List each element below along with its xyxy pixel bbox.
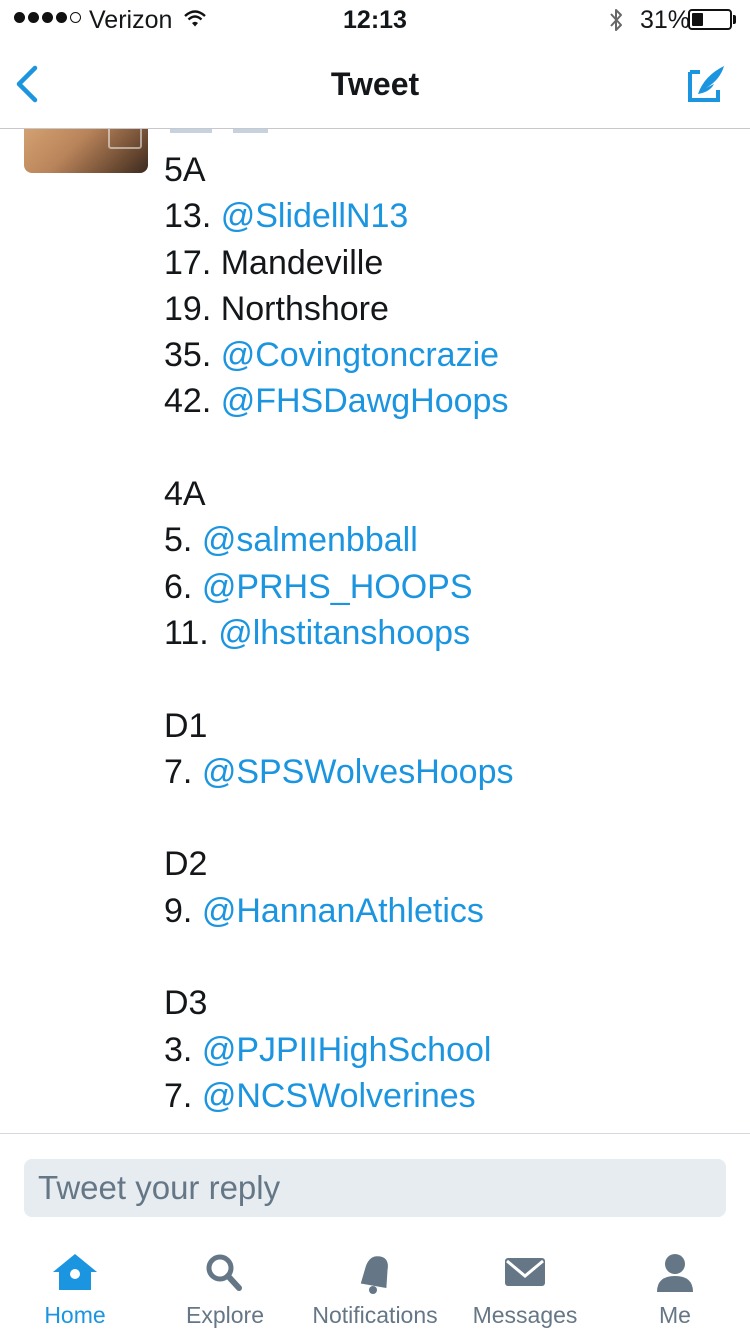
- tweet-detail: 5A 13. @SlidellN13 17. Mandeville 19. North…: [0, 129, 750, 1132]
- home-icon: [51, 1252, 99, 1297]
- tab-explore[interactable]: Explore: [150, 1228, 300, 1334]
- tweet-text: 5A 13. @SlidellN13 17. Mandeville 19. North…: [164, 147, 514, 1119]
- mention-link[interactable]: @PRHS_HOOPS: [202, 568, 473, 606]
- rank-number: 11.: [164, 613, 219, 652]
- tweet-line: D1: [164, 703, 514, 749]
- rank-number: 13.: [164, 197, 221, 236]
- tweet-line-text: D2: [164, 845, 208, 884]
- tab-messages[interactable]: Messages: [450, 1228, 600, 1334]
- tweet-line: D2: [164, 841, 514, 887]
- tab-notifications[interactable]: Notifications: [300, 1228, 450, 1334]
- mention-link[interactable]: @PJPIIHighSchool: [202, 1031, 492, 1069]
- search-icon: [203, 1252, 247, 1297]
- tweet-line: 13. @SlidellN13: [164, 193, 514, 239]
- person-icon: [653, 1252, 697, 1299]
- tweet-line: 19. Northshore: [164, 286, 514, 332]
- mention-link[interactable]: @Covingtoncrazie: [221, 336, 499, 374]
- page-title: Tweet: [330, 66, 420, 102]
- mention-link[interactable]: @SPSWolvesHoops: [202, 753, 514, 791]
- clock: 12:13: [343, 6, 407, 34]
- tweet-line-text: D3: [164, 984, 208, 1023]
- tweet-line: D3: [164, 980, 514, 1026]
- rank-number: 3.: [164, 1030, 202, 1069]
- tweet-line: 35. @Covingtoncrazie: [164, 332, 514, 378]
- clipped-header-text: [170, 129, 310, 133]
- rank-number: 6.: [164, 567, 202, 606]
- tweet-line: 17. Mandeville: [164, 240, 514, 286]
- status-bar: Verizon 12:13 31%: [0, 0, 750, 40]
- tweet-line-text: 4A: [164, 475, 206, 514]
- rank-number: 35.: [164, 336, 221, 375]
- reply-bar: Tweet your reply: [0, 1133, 750, 1229]
- mention-link[interactable]: @SlidellN13: [221, 197, 409, 235]
- battery-icon: [688, 9, 732, 30]
- tweet-line: 42. @FHSDawgHoops: [164, 378, 514, 424]
- rank-number: 42.: [164, 382, 221, 421]
- battery-tip: [733, 15, 736, 24]
- navigation-bar: Tweet: [0, 40, 750, 129]
- mention-link[interactable]: @FHSDawgHoops: [221, 382, 509, 420]
- bell-icon: [353, 1252, 397, 1299]
- mention-link[interactable]: @HannanAthletics: [202, 892, 484, 930]
- tweet-line: 4A: [164, 471, 514, 517]
- tweet-line: 9. @HannanAthletics: [164, 888, 514, 934]
- tweet-line: 5A: [164, 147, 514, 193]
- mention-link[interactable]: @lhstitanshoops: [218, 614, 470, 652]
- bluetooth-icon: [608, 7, 624, 38]
- tweet-line-text: 17. Mandeville: [164, 243, 384, 282]
- tweet-line: 7. @SPSWolvesHoops: [164, 749, 514, 795]
- compose-tweet-icon[interactable]: [684, 62, 728, 111]
- envelope-icon: [503, 1252, 547, 1295]
- rank-number: 7.: [164, 1076, 202, 1115]
- tweet-line-text: 5A: [164, 151, 206, 189]
- rank-number: 5.: [164, 521, 202, 560]
- tweet-line: 5. @salmenbball: [164, 517, 514, 563]
- tweet-line: 3. @PJPIIHighSchool: [164, 1027, 514, 1073]
- mention-link[interactable]: @NCSWolverines: [202, 1077, 476, 1115]
- tweet-line-text: 19. Northshore: [164, 289, 389, 328]
- battery-level-fill: [692, 13, 703, 26]
- avatar[interactable]: [24, 129, 148, 173]
- tab-me[interactable]: Me: [600, 1228, 750, 1334]
- battery-percent: 31%: [640, 6, 691, 34]
- rank-number: 7.: [164, 752, 202, 791]
- mention-link[interactable]: @salmenbball: [202, 521, 418, 559]
- tweet-line: 7. @NCSWolverines: [164, 1073, 514, 1119]
- tweet-line-text: D1: [164, 706, 208, 745]
- tweet-line: 6. @PRHS_HOOPS: [164, 564, 514, 610]
- tab-me-label: Me: [659, 1302, 691, 1328]
- tab-home[interactable]: Home: [0, 1228, 150, 1334]
- rank-number: 9.: [164, 891, 202, 930]
- tab-bar: Home Explore Notifications Messages Me: [0, 1228, 750, 1334]
- tweet-line: 11. @lhstitanshoops: [164, 610, 514, 656]
- reply-input[interactable]: Tweet your reply: [24, 1159, 726, 1217]
